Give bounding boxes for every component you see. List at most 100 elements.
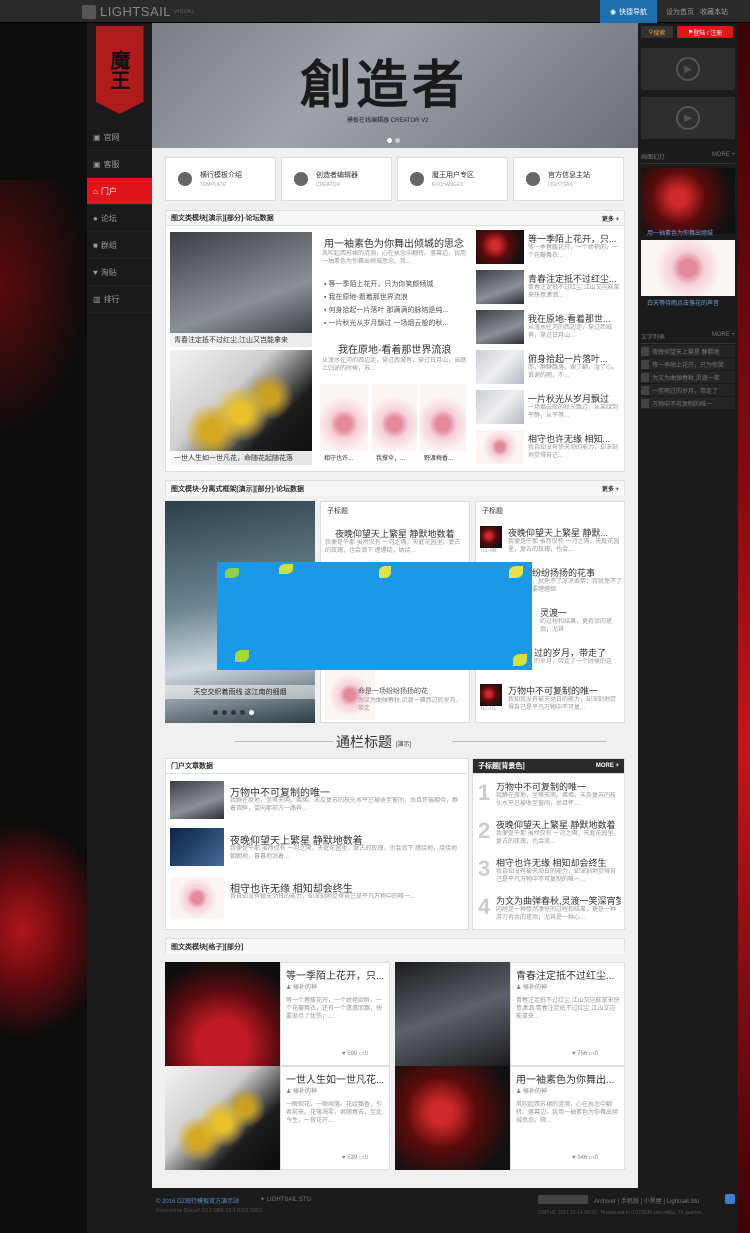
hero-banner[interactable]: 創造者 模板在线编辑器 CREATOR V2 xyxy=(152,23,638,148)
divider xyxy=(235,741,333,742)
list-item[interactable]: ▪ 何身拾起一片落叶 那满满的脉络是纯... xyxy=(324,305,466,315)
grid-panel-header: 图文类模块[格子][部分] xyxy=(165,938,625,954)
thumb-image[interactable] xyxy=(170,781,224,819)
text-list: 夜晚仰望天上繁星 静默地 等一季陌上花开，只为你笑 为文为曲弹春秋,灵渡一笑 一… xyxy=(641,345,735,410)
thumb-image[interactable]: 相守也许... xyxy=(320,384,368,464)
article-title[interactable]: 用一袖素色为你舞出... xyxy=(516,1071,620,1086)
search-button[interactable]: ⚲ 搜索 xyxy=(641,26,673,38)
author[interactable]: ♟ 候补的神 xyxy=(286,1086,317,1095)
article-image[interactable]: 青春注定抵不过红尘,江山又岂能拿来 xyxy=(170,232,312,347)
thumb-image[interactable] xyxy=(476,310,524,344)
video-thumb[interactable]: ▶ xyxy=(641,97,735,139)
card-lightsail[interactable]: 官方信息主站 LIGHTSAIL xyxy=(513,157,624,201)
article-summary: 从漫水往河的西边走，穿过西城巷，穿过日月山，当踏上归途的时候，苏... xyxy=(322,358,467,372)
thumb-image[interactable] xyxy=(170,877,224,919)
list-item[interactable]: 等一季陌上花开，只为你笑 xyxy=(641,358,735,370)
more-link[interactable]: 更多 + xyxy=(602,214,619,223)
leaf-icon xyxy=(279,564,293,574)
card-creator[interactable]: 创造者编辑器 CREATOR xyxy=(281,157,392,201)
list-item[interactable]: ▪ 一片秋光从岁月飘过 一场烟云般的秋... xyxy=(324,318,466,328)
info-icon xyxy=(526,172,540,186)
article-title[interactable]: 我在原地-看着那世界流浪 xyxy=(338,341,468,356)
pager-dot[interactable] xyxy=(387,138,392,143)
list-item[interactable]: ▪ 我在原地-看着那世界流浪 xyxy=(324,292,466,302)
nav-item-forum[interactable]: ● 论坛 xyxy=(87,205,152,232)
footer-badge[interactable] xyxy=(538,1195,588,1204)
slide-pager[interactable] xyxy=(213,710,254,715)
article-title[interactable]: 命是一场纷纷扬扬的花 xyxy=(358,686,466,696)
main-nav: ▣ 官网 ▣ 客服 ⌂ 门户 ● 论坛 ■ 群组 ♥ 淘贴 ▥ 排行 xyxy=(87,124,152,313)
list-item[interactable]: 一剪雨过的岁月，带走了 xyxy=(641,384,735,396)
list-item[interactable]: 为文为曲弹春秋,灵渡一笑 xyxy=(641,371,735,383)
thumb-image[interactable] xyxy=(476,390,524,424)
thumb-image[interactable]: 我撑伞，... xyxy=(372,384,417,464)
stats: ♥ 946 ▭0 xyxy=(572,1155,598,1161)
hero-pager[interactable] xyxy=(387,138,400,143)
service-icon: ▣ xyxy=(93,159,101,169)
stats: ♥ 596 ▭0 xyxy=(342,1051,368,1057)
thumb-image[interactable] xyxy=(170,828,224,866)
login-button[interactable]: ⚑ 登陆 / 注册 xyxy=(677,26,733,38)
article-title[interactable]: 青春注定抵不过红尘... xyxy=(516,967,620,982)
play-icon: ▶ xyxy=(676,57,700,81)
slide-image[interactable] xyxy=(641,240,735,296)
logo-mark-icon xyxy=(82,4,96,19)
thumb-image[interactable] xyxy=(476,350,524,384)
more-link[interactable]: MORE + xyxy=(712,332,735,341)
grid-image[interactable] xyxy=(395,962,510,1066)
text-list-header: 文字列表 MORE + xyxy=(641,332,735,344)
leaf-icon xyxy=(379,566,391,578)
more-link[interactable]: 更多 + xyxy=(602,484,619,493)
list-item[interactable]: ▪ 等一季陌上花开，只为你笑颜倾城 xyxy=(324,279,466,289)
avatar[interactable] xyxy=(480,526,502,548)
floating-ad-banner[interactable] xyxy=(217,562,532,670)
slide-caption[interactable]: 白天等待雨点击落花的声音 xyxy=(641,298,735,307)
thumb-image[interactable]: 野渡梅香... xyxy=(420,384,466,464)
footer-powered[interactable]: Powered by Discuz! X3.2 GBK X3.3 R201708… xyxy=(156,1208,263,1214)
footer-studio-link[interactable]: ✦ LIGHTSAIL STU xyxy=(260,1196,311,1203)
bag-icon xyxy=(410,172,424,186)
set-homepage-link[interactable]: 设为首页 xyxy=(666,7,694,17)
location-icon: ◉ xyxy=(609,8,617,16)
more-link[interactable]: MORE + xyxy=(712,152,735,161)
footer-social-icon[interactable] xyxy=(725,1194,735,1204)
article-title[interactable]: 等一季陌上花开，只... xyxy=(286,967,386,982)
nav-item-official[interactable]: ▣ 官网 xyxy=(87,124,152,151)
avatar[interactable] xyxy=(480,684,502,706)
slideshow-header: 画面幻灯 MORE + xyxy=(641,152,735,164)
quick-nav-button[interactable]: ◉ 快捷导航 xyxy=(600,0,657,23)
more-link[interactable]: MORE + xyxy=(596,763,619,769)
grid-image[interactable] xyxy=(165,1066,280,1170)
article-title[interactable]: 用一袖素色为你舞出倾城的思念 xyxy=(324,235,469,250)
home-icon: ▣ xyxy=(93,132,101,142)
article-image[interactable]: 一世人生如一世凡花，命随花起随花落 xyxy=(170,350,312,465)
grid-image[interactable] xyxy=(165,962,280,1066)
grid-image[interactable] xyxy=(395,1066,510,1170)
brand-banner[interactable]: 魔王 xyxy=(87,26,152,118)
thumb-image[interactable] xyxy=(476,430,524,464)
author[interactable]: ♟ 候补的神 xyxy=(516,982,547,991)
thumb-image[interactable] xyxy=(476,230,524,264)
slide-caption[interactable]: 用一袖素色为你舞出倾城 xyxy=(641,228,735,237)
author[interactable]: ♟ 候补的神 xyxy=(286,982,317,991)
site-logo[interactable]: LIGHTSAIL VISUAL xyxy=(82,4,195,19)
thumb-image[interactable] xyxy=(476,270,524,304)
leaf-icon xyxy=(509,566,523,578)
author[interactable]: ♟ 候补的神 xyxy=(516,1086,547,1095)
nav-item-ranking[interactable]: ▥ 排行 xyxy=(87,286,152,313)
footer-copyright[interactable]: © 2016 DZ现行模板官方演示站 xyxy=(156,1196,239,1205)
bookmark-link[interactable]: 收藏本站 xyxy=(700,7,728,17)
video-thumb[interactable]: ▶ xyxy=(641,48,735,90)
nav-item-portal[interactable]: ⌂ 门户 xyxy=(87,178,152,205)
list-item[interactable]: 夜晚仰望天上繁星 静默地 xyxy=(641,345,735,357)
nav-item-groups[interactable]: ■ 群组 xyxy=(87,232,152,259)
list-item[interactable]: 万物中不可复制的唯一 xyxy=(641,397,735,409)
footer-links[interactable]: Archiver | 手机版 | 小黑屋 | Lightsail.Stu xyxy=(594,1196,699,1205)
card-template[interactable]: 横行模板介绍 TEMPLATE xyxy=(165,157,276,201)
slide-image[interactable] xyxy=(641,168,735,234)
article-title[interactable]: 一世人生如一世凡花... xyxy=(286,1071,386,1086)
pager-dot[interactable] xyxy=(395,138,400,143)
nav-item-taotie[interactable]: ♥ 淘贴 xyxy=(87,259,152,286)
nav-item-service[interactable]: ▣ 客服 xyxy=(87,151,152,178)
card-exchanges[interactable]: 魔王用户专区 EXCHANGES xyxy=(397,157,508,201)
